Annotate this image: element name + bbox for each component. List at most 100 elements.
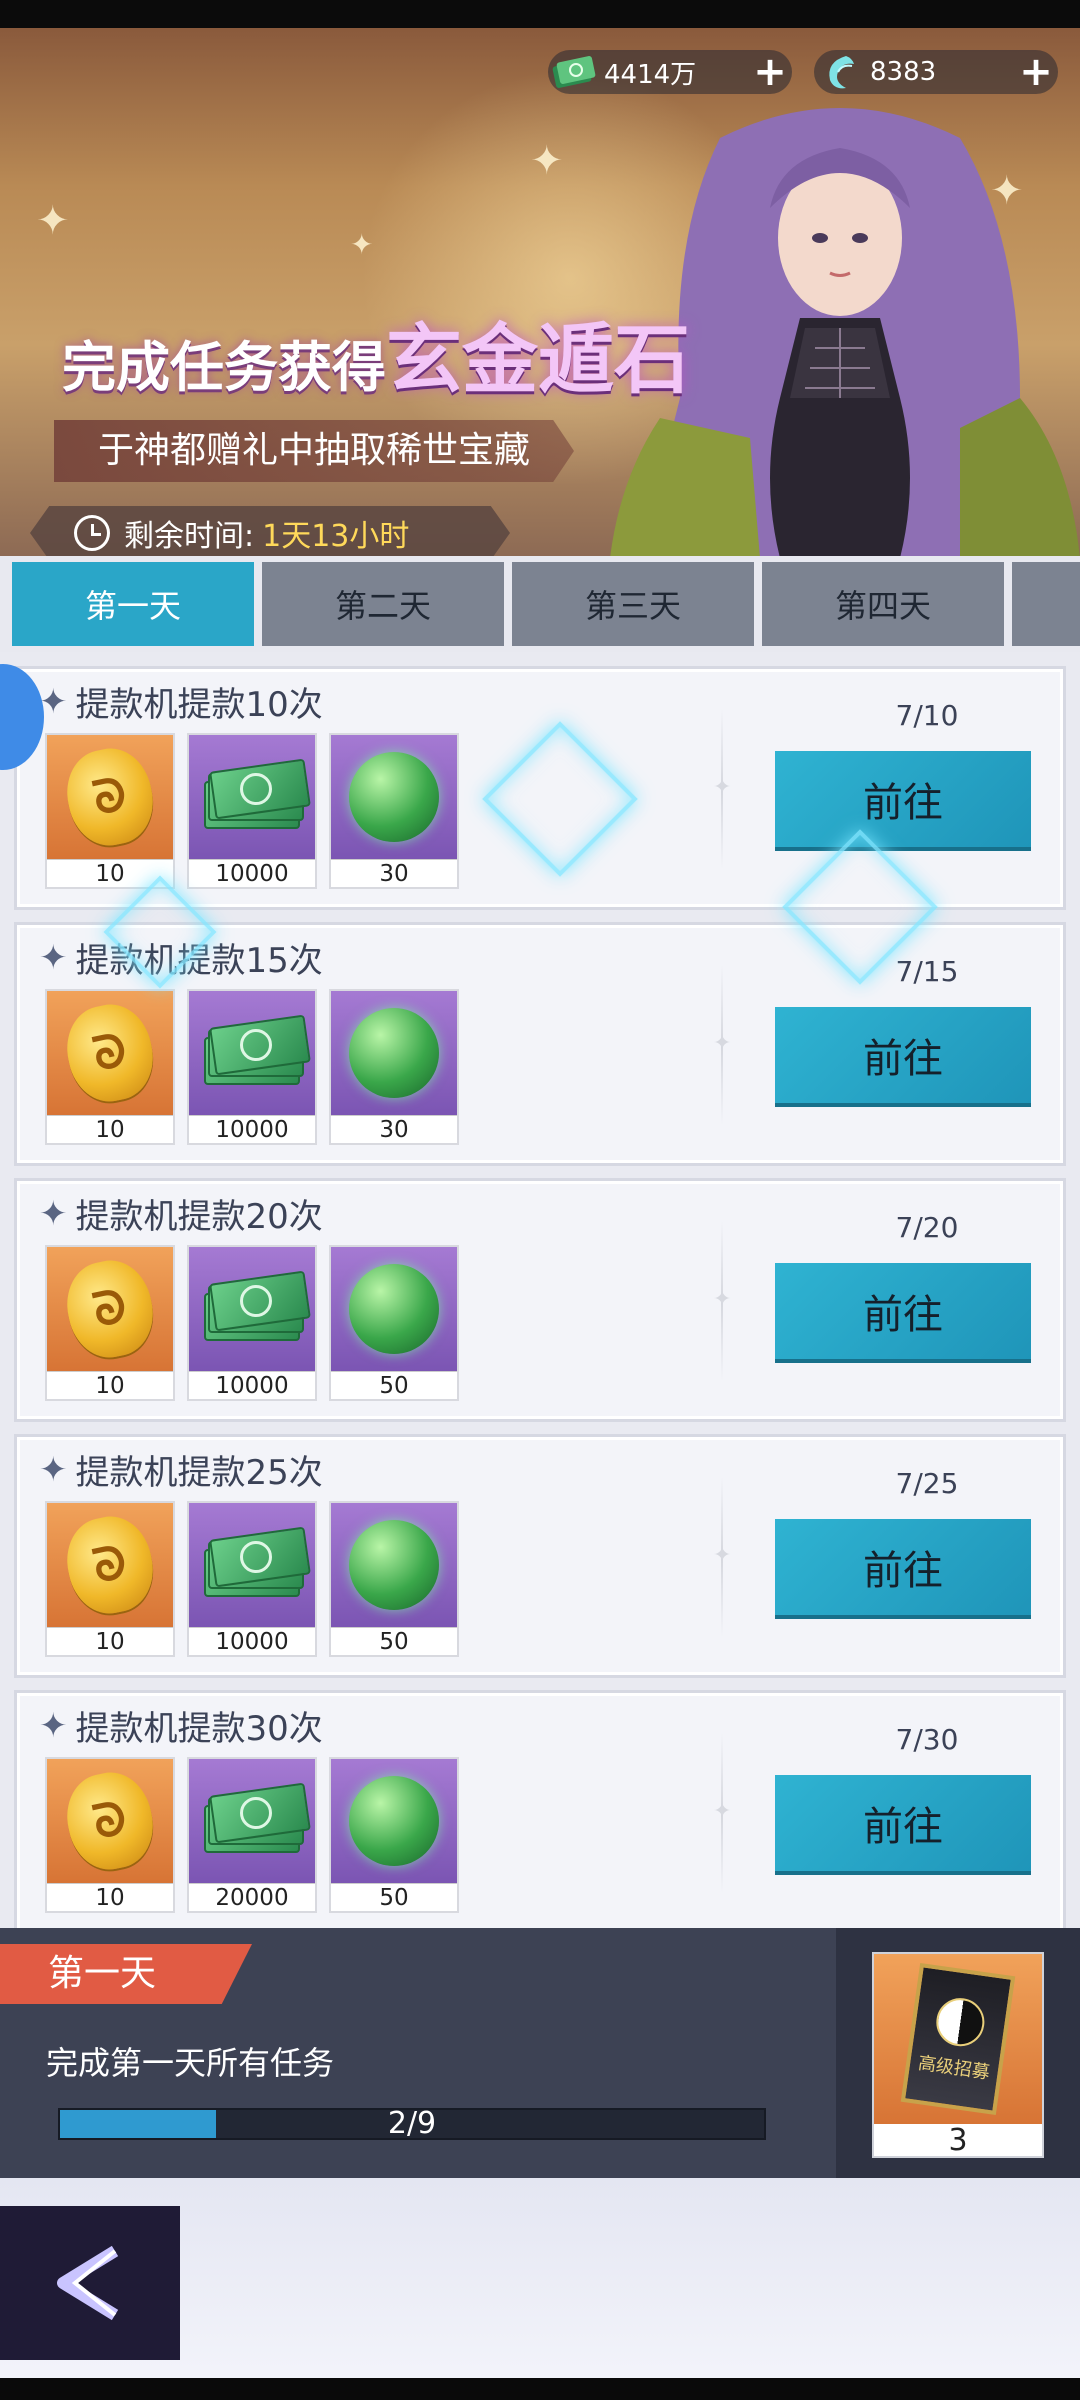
reward-count: 10000 [189, 859, 315, 887]
cash-stack-icon [204, 1782, 311, 1853]
task-title: ✦ 提款机提款10次 [39, 677, 323, 726]
sparkle-icon: ✦ [530, 138, 564, 184]
reward-count: 30 [331, 859, 457, 887]
daily-progress-text: 2/9 [387, 2106, 437, 2141]
recruit-card-text: 高级招募 [916, 2052, 992, 2084]
daily-goal-description: 完成第一天所有任务 [46, 2044, 335, 2082]
reward-item[interactable]: 50 [329, 1501, 459, 1657]
cash-stack-icon [204, 1526, 311, 1597]
go-button[interactable]: 前往 [775, 1007, 1031, 1103]
reward-item[interactable]: ᘐ 10 [45, 733, 175, 889]
green-orb-icon [349, 1520, 439, 1610]
back-button[interactable] [0, 2206, 180, 2360]
daily-reward-area: 高级招募 3 [836, 1928, 1080, 2178]
event-subtitle: 于神都赠礼中抽取稀世宝藏 [54, 420, 574, 482]
reward-list: ᘐ 10 10000 50 [45, 1245, 459, 1401]
gold-coin-icon: ᘐ [58, 997, 162, 1109]
reward-item[interactable]: ᘐ 10 [45, 1245, 175, 1401]
reward-list: ᘐ 10 10000 30 [45, 989, 459, 1145]
green-orb-icon [349, 1264, 439, 1354]
task-name: 提款机提款25次 [75, 1453, 323, 1493]
add-cash-button[interactable]: + [748, 49, 792, 95]
task-title: ✦ 提款机提款30次 [39, 1701, 323, 1750]
tab-day-5-partial[interactable] [1012, 562, 1080, 646]
task-title: ✦ 提款机提款25次 [39, 1445, 323, 1494]
reward-item[interactable]: ᘐ 10 [45, 1757, 175, 1913]
sparkle-icon: ✦ [713, 775, 732, 800]
task-row: ✦ 提款机提款30次 ᘐ 10 20000 50 ✦ 7/30 前往 [14, 1690, 1066, 1928]
cash-stack-icon [204, 1270, 311, 1341]
reward-count: 10 [47, 1371, 173, 1399]
daily-reward-count: 3 [948, 2123, 968, 2158]
tab-day-4[interactable]: 第四天 [762, 562, 1004, 646]
reward-list: ᘐ 10 10000 30 [45, 733, 459, 889]
remaining-time: 剩余时间: 1天13小时 [30, 506, 510, 556]
status-strip [0, 0, 1080, 28]
sparkle-icon: ✦ [713, 1031, 732, 1056]
daily-progress-bar: 2/9 [58, 2108, 766, 2140]
reward-item[interactable]: ᘐ 10 [45, 989, 175, 1145]
reward-item[interactable]: 50 [329, 1245, 459, 1401]
reward-count: 10 [47, 1115, 173, 1143]
tab-day-1[interactable]: 第一天 [12, 562, 254, 646]
sparkle-icon: ✦ [713, 1543, 732, 1568]
tab-day-3[interactable]: 第三天 [512, 562, 754, 646]
reward-count: 10 [47, 1883, 173, 1911]
star-icon: ✦ [39, 1705, 68, 1746]
task-list[interactable]: ✦ 提款机提款10次 ᘐ 10 10000 30 ✦ 7/10 前往 ✦ 提款机提款1… [0, 652, 1080, 1928]
recruit-card-icon: 高级招募 [900, 1963, 1016, 2115]
bottom-strip [0, 2378, 1080, 2400]
reward-item[interactable]: 10000 [187, 989, 317, 1145]
green-orb-icon [349, 752, 439, 842]
reward-count: 50 [331, 1371, 457, 1399]
daily-progress-panel: 第一天 完成第一天所有任务 2/9 高级招募 3 [0, 1928, 1080, 2178]
reward-count: 10 [47, 1627, 173, 1655]
go-button[interactable]: 前往 [775, 1519, 1031, 1615]
gold-coin-icon: ᘐ [58, 1253, 162, 1365]
gold-coin-icon: ᘐ [58, 1765, 162, 1877]
timer-value: 1天13小时 [262, 519, 410, 554]
reward-item[interactable]: ᘐ 10 [45, 1501, 175, 1657]
task-name: 提款机提款10次 [75, 685, 323, 725]
task-progress: 7/30 [895, 1723, 959, 1756]
gem-value: 8383 [870, 57, 937, 87]
daily-reward-item[interactable]: 高级招募 3 [872, 1952, 1044, 2158]
event-title: 完成任务获得玄金遁石 [62, 298, 690, 408]
go-button[interactable]: 前往 [775, 751, 1031, 847]
task-progress: 7/15 [895, 955, 959, 988]
reward-count: 10000 [189, 1371, 315, 1399]
reward-item[interactable]: 30 [329, 989, 459, 1145]
reward-item[interactable]: 10000 [187, 733, 317, 889]
task-row: ✦ 提款机提款20次 ᘐ 10 10000 50 ✦ 7/20 前往 [14, 1178, 1066, 1422]
reward-item[interactable]: 50 [329, 1757, 459, 1913]
cash-stack-icon [204, 758, 311, 829]
gem-icon [814, 50, 866, 94]
task-progress: 7/20 [895, 1211, 959, 1244]
task-name: 提款机提款20次 [75, 1197, 323, 1237]
event-title-highlight: 玄金遁石 [386, 315, 690, 404]
reward-count: 20000 [189, 1883, 315, 1911]
go-button[interactable]: 前往 [775, 1263, 1031, 1359]
sparkle-icon: ✦ [36, 198, 70, 244]
yin-yang-icon [933, 1995, 988, 2050]
reward-list: ᘐ 10 20000 50 [45, 1757, 459, 1913]
star-icon: ✦ [39, 937, 68, 978]
go-button[interactable]: 前往 [775, 1775, 1031, 1871]
star-icon: ✦ [39, 1193, 68, 1234]
sparkle-icon: ✦ [350, 228, 374, 261]
add-gem-button[interactable]: + [1014, 49, 1058, 95]
task-progress: 7/10 [895, 699, 959, 732]
reward-item[interactable]: 30 [329, 733, 459, 889]
task-title: ✦ 提款机提款20次 [39, 1189, 323, 1238]
reward-item[interactable]: 10000 [187, 1245, 317, 1401]
reward-item[interactable]: 20000 [187, 1757, 317, 1913]
task-name: 提款机提款30次 [75, 1709, 323, 1749]
reward-item[interactable]: 10000 [187, 1501, 317, 1657]
cash-value: 4414万 [604, 59, 697, 90]
cash-stack-icon [204, 1014, 311, 1085]
tab-day-2[interactable]: 第二天 [262, 562, 504, 646]
green-orb-icon [349, 1776, 439, 1866]
reward-count: 30 [331, 1115, 457, 1143]
green-orb-icon [349, 1008, 439, 1098]
event-banner: ✦ ✦ ✦ ✦ 4414万 + 8383 + 完成任务获得玄金遁石 于神都赠礼中… [0, 28, 1080, 556]
